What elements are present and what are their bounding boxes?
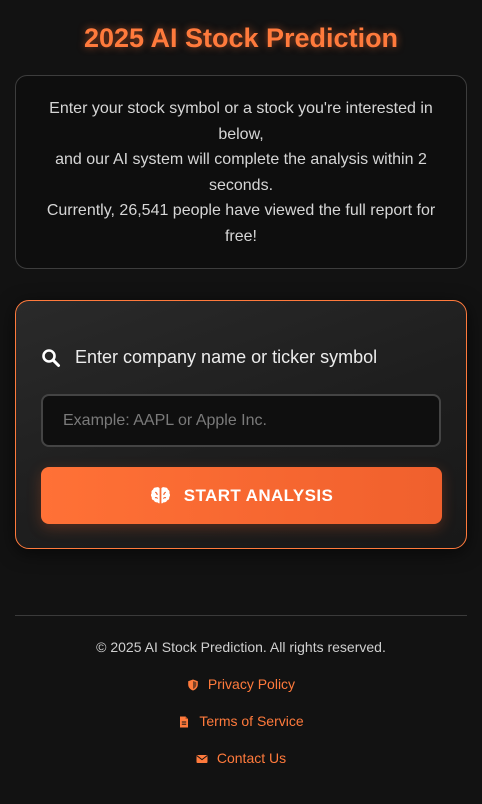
privacy-policy-label: Privacy Policy xyxy=(207,676,296,692)
privacy-policy-link[interactable]: Privacy Policy xyxy=(0,676,482,692)
terms-of-service-link[interactable]: Terms of Service xyxy=(0,713,482,729)
intro-line-1: Enter your stock symbol or a stock you'r… xyxy=(49,100,433,143)
page-title: 2025 AI Stock Prediction xyxy=(83,23,399,53)
contact-us-link[interactable]: Contact Us xyxy=(0,750,482,766)
shield-icon xyxy=(187,678,199,691)
envelope-icon xyxy=(196,752,208,764)
search-card: Enter company name or ticker symbol STAR… xyxy=(15,300,467,549)
start-analysis-button[interactable]: START ANALYSIS xyxy=(41,467,442,524)
terms-of-service-label: Terms of Service xyxy=(199,713,304,729)
search-label-row: Enter company name or ticker symbol xyxy=(41,347,377,368)
intro-line-3: Currently, 26,541 people have viewed the… xyxy=(46,202,436,245)
intro-line-2: and our AI system will complete the anal… xyxy=(55,151,427,194)
ticker-search-input[interactable] xyxy=(41,394,441,447)
search-icon xyxy=(41,348,61,368)
search-label: Enter company name or ticker symbol xyxy=(75,347,378,367)
start-analysis-label: START ANALYSIS xyxy=(183,485,334,505)
intro-card: Enter your stock symbol or a stock you'r… xyxy=(15,75,467,269)
contact-us-label: Contact Us xyxy=(216,750,287,766)
copyright-text: © 2025 AI Stock Prediction. All rights r… xyxy=(96,639,386,655)
footer-divider xyxy=(15,615,467,616)
document-icon xyxy=(178,715,190,728)
brain-icon xyxy=(150,486,171,505)
